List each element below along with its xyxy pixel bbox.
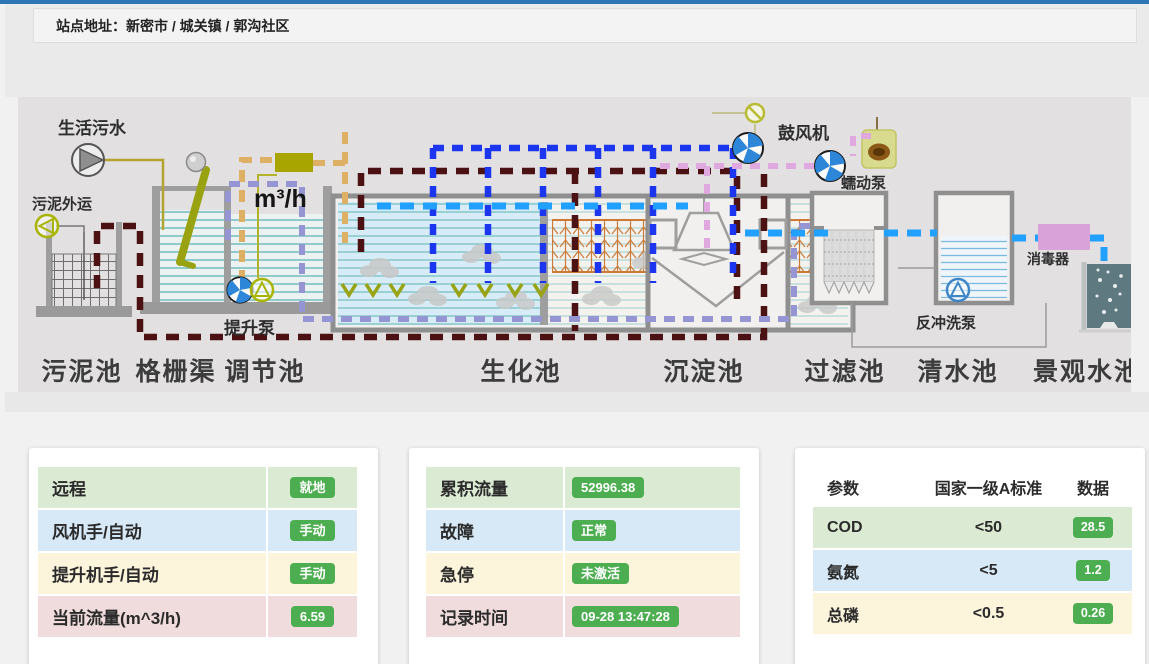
value-badge: 0.26	[1073, 603, 1113, 624]
diagram-footer-strip	[5, 392, 1149, 412]
control-table: 远程 就地 风机手/自动 手动 提升机手/自动 手动 当前流量(m^3/h) 6…	[38, 467, 357, 639]
table-row: 累积流量 52996.38	[426, 467, 740, 510]
control-panel-card: 远程 就地 风机手/自动 手动 提升机手/自动 手动 当前流量(m^3/h) 6…	[29, 448, 378, 664]
value-badge: 28.5	[1073, 517, 1113, 538]
label-pool-regulating: 调节池	[224, 357, 305, 386]
scada-page: 站点地址：新密市 / 城关镇 / 郭沟社区	[0, 0, 1149, 664]
process-flow-diagram: 生活污水 污泥外运 提升泵 m³/h 鼓风机 蠕动泵 反冲洗泵 消毒器 污泥池 …	[18, 97, 1131, 392]
value-badge: 1.2	[1076, 560, 1109, 581]
lift-pump-valve-icon	[251, 279, 273, 301]
column-header-data: 数据	[1054, 475, 1132, 499]
table-row: 氨氮 <5 1.2	[813, 550, 1132, 593]
filter-tank	[812, 193, 886, 303]
param-name: 总磷	[813, 602, 923, 626]
label-lift-pump: 提升泵	[224, 319, 275, 338]
label-pool-landscape: 景观水池	[1033, 358, 1131, 386]
label-flow-unit: m³/h	[254, 185, 307, 213]
param-standard: <0.5	[923, 605, 1054, 623]
label-disinfector: 消毒器	[1027, 251, 1070, 267]
table-row: 远程 就地	[38, 467, 357, 510]
lift-pump-fan-icon	[227, 277, 253, 303]
table-row: 急停 未激活	[426, 553, 740, 596]
status-badge: 就地	[290, 477, 334, 498]
float-ball	[187, 153, 206, 172]
row-label: 远程	[38, 475, 266, 500]
table-row: COD <50 28.5	[813, 507, 1132, 550]
disinfector-unit	[1038, 224, 1090, 250]
site-address-label: 站点地址：新密市 / 城关镇 / 郭沟社区	[34, 16, 289, 36]
row-label: 累积流量	[426, 475, 563, 500]
blower-fan-icon-1	[733, 133, 763, 163]
table-row: 故障 正常	[426, 510, 740, 553]
timestamp-badge: 09-28 13:47:28	[572, 606, 679, 627]
table-row: 风机手/自动 手动	[38, 510, 357, 553]
table-row: 记录时间 09-28 13:47:28	[426, 596, 740, 639]
site-address-box: 站点地址：新密市 / 城关镇 / 郭沟社区	[33, 8, 1137, 43]
label-backwash-pump: 反冲洗泵	[916, 314, 976, 332]
column-header-param: 参数	[813, 475, 923, 499]
table-row: 当前流量(m^3/h) 6.59	[38, 596, 357, 639]
status-badge: 未激活	[572, 563, 629, 584]
label-pool-screen: 格栅渠	[135, 357, 216, 386]
param-name: 氨氮	[813, 559, 923, 583]
label-sludge-out: 污泥外运	[32, 195, 92, 213]
label-pool-sludge: 污泥池	[41, 358, 122, 386]
valve-icon	[746, 104, 764, 122]
sludge-out-pump-icon	[36, 215, 58, 237]
process-flow-svg: 生活污水 污泥外运 提升泵 m³/h 鼓风机 蠕动泵 反冲洗泵 消毒器 污泥池 …	[18, 97, 1131, 392]
label-pool-filter: 过滤池	[804, 358, 885, 386]
backwash-pump-icon	[947, 279, 969, 301]
label-peristaltic-pump: 蠕动泵	[841, 174, 886, 192]
label-blower: 鼓风机	[778, 123, 829, 143]
status-badge: 正常	[572, 520, 616, 541]
value-badge: 52996.38	[572, 477, 644, 498]
label-pool-biochemical: 生化池	[480, 358, 561, 386]
param-standard: <50	[923, 519, 1054, 537]
sewage-pump-icon	[72, 144, 104, 176]
metrics-panel-card: 累积流量 52996.38 故障 正常 急停 未激活 记录时间 09-28 13…	[409, 448, 759, 664]
quality-table-header: 参数 国家一级A标准 数据	[813, 467, 1132, 507]
flow-meter	[275, 153, 313, 172]
label-domestic-sewage: 生活污水	[58, 118, 127, 138]
row-label: 风机手/自动	[38, 518, 266, 543]
status-badge: 手动	[290, 520, 334, 541]
metrics-table: 累积流量 52996.38 故障 正常 急停 未激活 记录时间 09-28 13…	[426, 467, 740, 639]
table-row: 提升机手/自动 手动	[38, 553, 357, 596]
value-badge: 6.59	[291, 606, 334, 627]
quality-table: 参数 国家一级A标准 数据 COD <50 28.5 氨氮 <5 1.2 总磷 …	[813, 467, 1132, 636]
param-name: COD	[813, 519, 923, 537]
row-label: 故障	[426, 518, 563, 543]
label-pool-sedimentation: 沉淀池	[663, 357, 744, 386]
column-header-standard: 国家一级A标准	[923, 475, 1054, 499]
row-label: 记录时间	[426, 604, 563, 629]
label-pool-clean: 清水池	[917, 358, 998, 386]
row-label: 提升机手/自动	[38, 561, 266, 586]
table-row: 总磷 <0.5 0.26	[813, 593, 1132, 636]
status-badge: 手动	[290, 563, 334, 584]
quality-panel-card: 参数 国家一级A标准 数据 COD <50 28.5 氨氮 <5 1.2 总磷 …	[795, 448, 1145, 664]
param-standard: <5	[923, 562, 1054, 580]
row-label: 急停	[426, 561, 563, 586]
row-label: 当前流量(m^3/h)	[38, 604, 266, 629]
